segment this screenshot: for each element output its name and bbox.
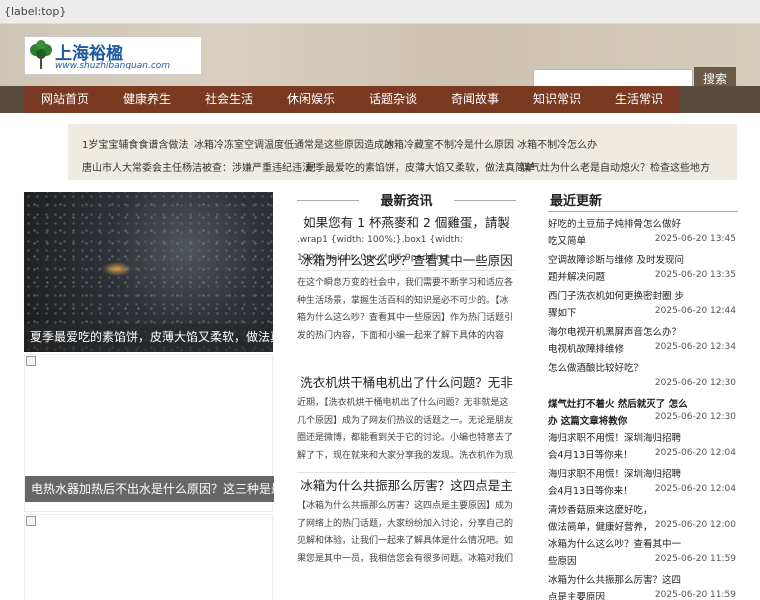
news-date: 2025-06-20 13:35 — [654, 270, 736, 280]
news-date: 2025-06-20 12:30 — [654, 412, 736, 422]
hot-links-panel: 1岁宝宝辅食食谱含做法 冰箱冷冻室空调温度低通常是这些原因造成的 冰箱冷藏室不制… — [68, 124, 737, 180]
article-desc: 近期，【洗衣机烘干桶电机出了什么问题？无非就是这几个原因】成为了网友们热议的话题… — [297, 398, 514, 461]
news-title[interactable]: 海归求职不用慌！深圳海归招聘会4月13日等你来！ — [548, 466, 688, 500]
slide-image-broken[interactable]: 电热水器加热后不出水是什么原因？这三种是最常见 — [24, 354, 274, 512]
slide-caption[interactable]: 电热水器加热后不出水是什么原因？这三种是最常见 — [25, 476, 274, 502]
news-item: 怎么做酒酿比较好吃？ 2025-06-20 12:30 — [548, 360, 738, 388]
hot-link[interactable]: 唐山市人大常委会主任杨洁被查：涉嫌严重违纪违法！ — [82, 159, 322, 174]
news-item: 冰箱为什么这么吵？查看其中一些原因 2025-06-20 11:59 — [548, 536, 738, 570]
logo-url: www.shuzhibanquan.com — [55, 61, 171, 71]
news-date: 2025-06-20 12:00 — [654, 520, 736, 530]
broken-image-icon — [26, 356, 36, 366]
news-item: 煤气灶打不着火 然后就灭了 怎么办 这篇文章将教你 2025-06-20 12:… — [548, 396, 738, 430]
news-item: 海归求职不用慌！深圳海归招聘会4月13日等你来！ 2025-06-20 12:0… — [548, 466, 738, 500]
tree-logo-icon — [30, 40, 52, 69]
nav-item-knowledge[interactable]: 知识常识 — [516, 86, 598, 113]
news-date: 2025-06-20 12:44 — [654, 306, 736, 316]
main-nav: 网站首页 健康养生 社会生活 休闲娱乐 话题杂谈 奇闻故事 知识常识 生活常识 — [0, 86, 760, 113]
site-header: 上海裕楹 www.shuzhibanquan.com 搜索 — [0, 24, 760, 90]
news-item: 海尔电视开机黑屏声音怎么办？电视机故障排维修 2025-06-20 12:34 — [548, 324, 738, 358]
latest-news-heading: 最新资讯 — [297, 190, 516, 212]
city-light — [102, 262, 132, 276]
article-title[interactable]: 冰箱为什么这么吵？查看其中一些原因 — [297, 250, 516, 272]
news-title[interactable]: 清炒香菇原来这麽好吃，做法简单，健康好营养，家孩子特别爱吃 — [548, 502, 658, 536]
news-title[interactable]: 海尔电视开机黑屏声音怎么办？电视机故障排维修 — [548, 324, 688, 358]
recent-updates-heading: 最近更新 — [548, 190, 738, 212]
news-title[interactable]: 冰箱为什么这么吵？查看其中一些原因 — [548, 536, 688, 570]
hot-link[interactable]: 1岁宝宝辅食食谱含做法 — [82, 136, 188, 151]
latest-heading-text: 最新资讯 — [380, 194, 433, 209]
news-date: 2025-06-20 11:59 — [654, 554, 736, 564]
hot-link[interactable]: 冰箱冷冻室空调温度低通常是这些原因造成的 — [194, 136, 394, 151]
article-title[interactable]: 洗衣机烘干桶电机出了什么问题？无非就是这... — [297, 373, 516, 393]
news-date: 2025-06-20 12:04 — [654, 448, 736, 458]
article-item: 洗衣机烘干桶电机出了什么问题？无非就是这... 近期，【洗衣机烘干桶电机出了什么… — [297, 369, 516, 473]
news-date: 2025-06-20 12:34 — [654, 342, 736, 352]
article-desc: 【冰箱为什么共振那么厉害？这四点是主要原因】成为了网络上的热门话题，大家纷纷加入… — [297, 501, 514, 564]
news-title[interactable]: 怎么做酒酿比较好吃？ — [548, 360, 688, 377]
news-date: 2025-06-20 13:45 — [654, 234, 736, 244]
nav-item-stories[interactable]: 奇闻故事 — [434, 86, 516, 113]
slide-image-city[interactable]: 夏季最爱吃的素馅饼，皮薄大馅又柔软，做法真简单 — [24, 192, 273, 352]
heading-rule — [297, 200, 359, 201]
news-item: 西门子洗衣机如何更换密封圈 步骤如下 2025-06-20 12:44 — [548, 288, 738, 322]
article-item: 冰箱为什么这么吵？查看其中一些原因 在这个瞬息万变的社会中，我们需要不断学习和适… — [297, 247, 516, 372]
slide-caption[interactable]: 夏季最爱吃的素馅饼，皮薄大馅又柔软，做法真简单 — [24, 324, 273, 350]
article-item: 冰箱为什么共振那么厉害？这四点是主要原因 【冰箱为什么共振那么厉害？这四点是主要… — [297, 472, 516, 582]
news-item: 冰箱为什么共振那么厉害？这四点是主要原因 2025-06-20 11:59 — [548, 572, 738, 600]
top-label-bar: {label:top} — [0, 0, 760, 24]
recent-heading-text: 最近更新 — [550, 194, 603, 209]
news-title[interactable]: 西门子洗衣机如何更换密封圈 步骤如下 — [548, 288, 688, 322]
top-label: {label:top} — [4, 5, 67, 18]
hot-link[interactable]: 煤气灶为什么老是自动熄火？检查这些地方 — [520, 159, 710, 174]
news-title[interactable]: 好吃的土豆茄子炖排骨怎么做好吃又简单 — [548, 216, 688, 250]
news-title[interactable]: 海归求职不用慌！深圳海归招聘会4月13日等你来！ — [548, 430, 688, 464]
news-item: 海归求职不用慌！深圳海归招聘会4月13日等你来！ 2025-06-20 12:0… — [548, 430, 738, 464]
hot-link[interactable]: 冰箱冷藏室不制冷是什么原因 冰箱不制冷怎么办 — [384, 136, 597, 151]
nav-item-health[interactable]: 健康养生 — [106, 86, 188, 113]
nav-item-society[interactable]: 社会生活 — [188, 86, 270, 113]
news-item: 清炒香菇原来这麽好吃，做法简单，健康好营养，家孩子特别爱吃 2025-06-20… — [548, 502, 738, 536]
slide-image-broken[interactable] — [24, 514, 273, 600]
article-desc: 在这个瞬息万变的社会中，我们需要不断学习和适应各种生活场景，掌握生活百科的知识是… — [297, 278, 514, 341]
broken-image-icon — [26, 516, 36, 526]
news-date: 2025-06-20 11:59 — [654, 590, 736, 600]
nav-item-leisure[interactable]: 休闲娱乐 — [270, 86, 352, 113]
article-title[interactable]: 冰箱为什么共振那么厉害？这四点是主要原因 — [297, 476, 516, 496]
heading-rule — [454, 200, 516, 201]
nav-item-topics[interactable]: 话题杂谈 — [352, 86, 434, 113]
article-title[interactable]: 如果您有 1 杯燕麥和 2 個雞蛋，請製作這個 5 ... — [297, 214, 516, 232]
news-date: 2025-06-20 12:30 — [654, 378, 736, 388]
hot-link[interactable]: 夏季最爱吃的素馅饼，皮薄大馅又柔软，做法真简单 — [305, 159, 535, 174]
nav-item-home[interactable]: 网站首页 — [24, 86, 106, 113]
news-item: 空调故障诊断与维修 及时发现问题并解决问题 2025-06-20 13:35 — [548, 252, 738, 286]
nav-item-life-tips[interactable]: 生活常识 — [598, 86, 680, 113]
site-logo[interactable]: 上海裕楹 www.shuzhibanquan.com — [24, 36, 202, 75]
news-item: 好吃的土豆茄子炖排骨怎么做好吃又简单 2025-06-20 13:45 — [548, 216, 738, 250]
news-title[interactable]: 空调故障诊断与维修 及时发现问题并解决问题 — [548, 252, 688, 286]
news-date: 2025-06-20 12:04 — [654, 484, 736, 494]
